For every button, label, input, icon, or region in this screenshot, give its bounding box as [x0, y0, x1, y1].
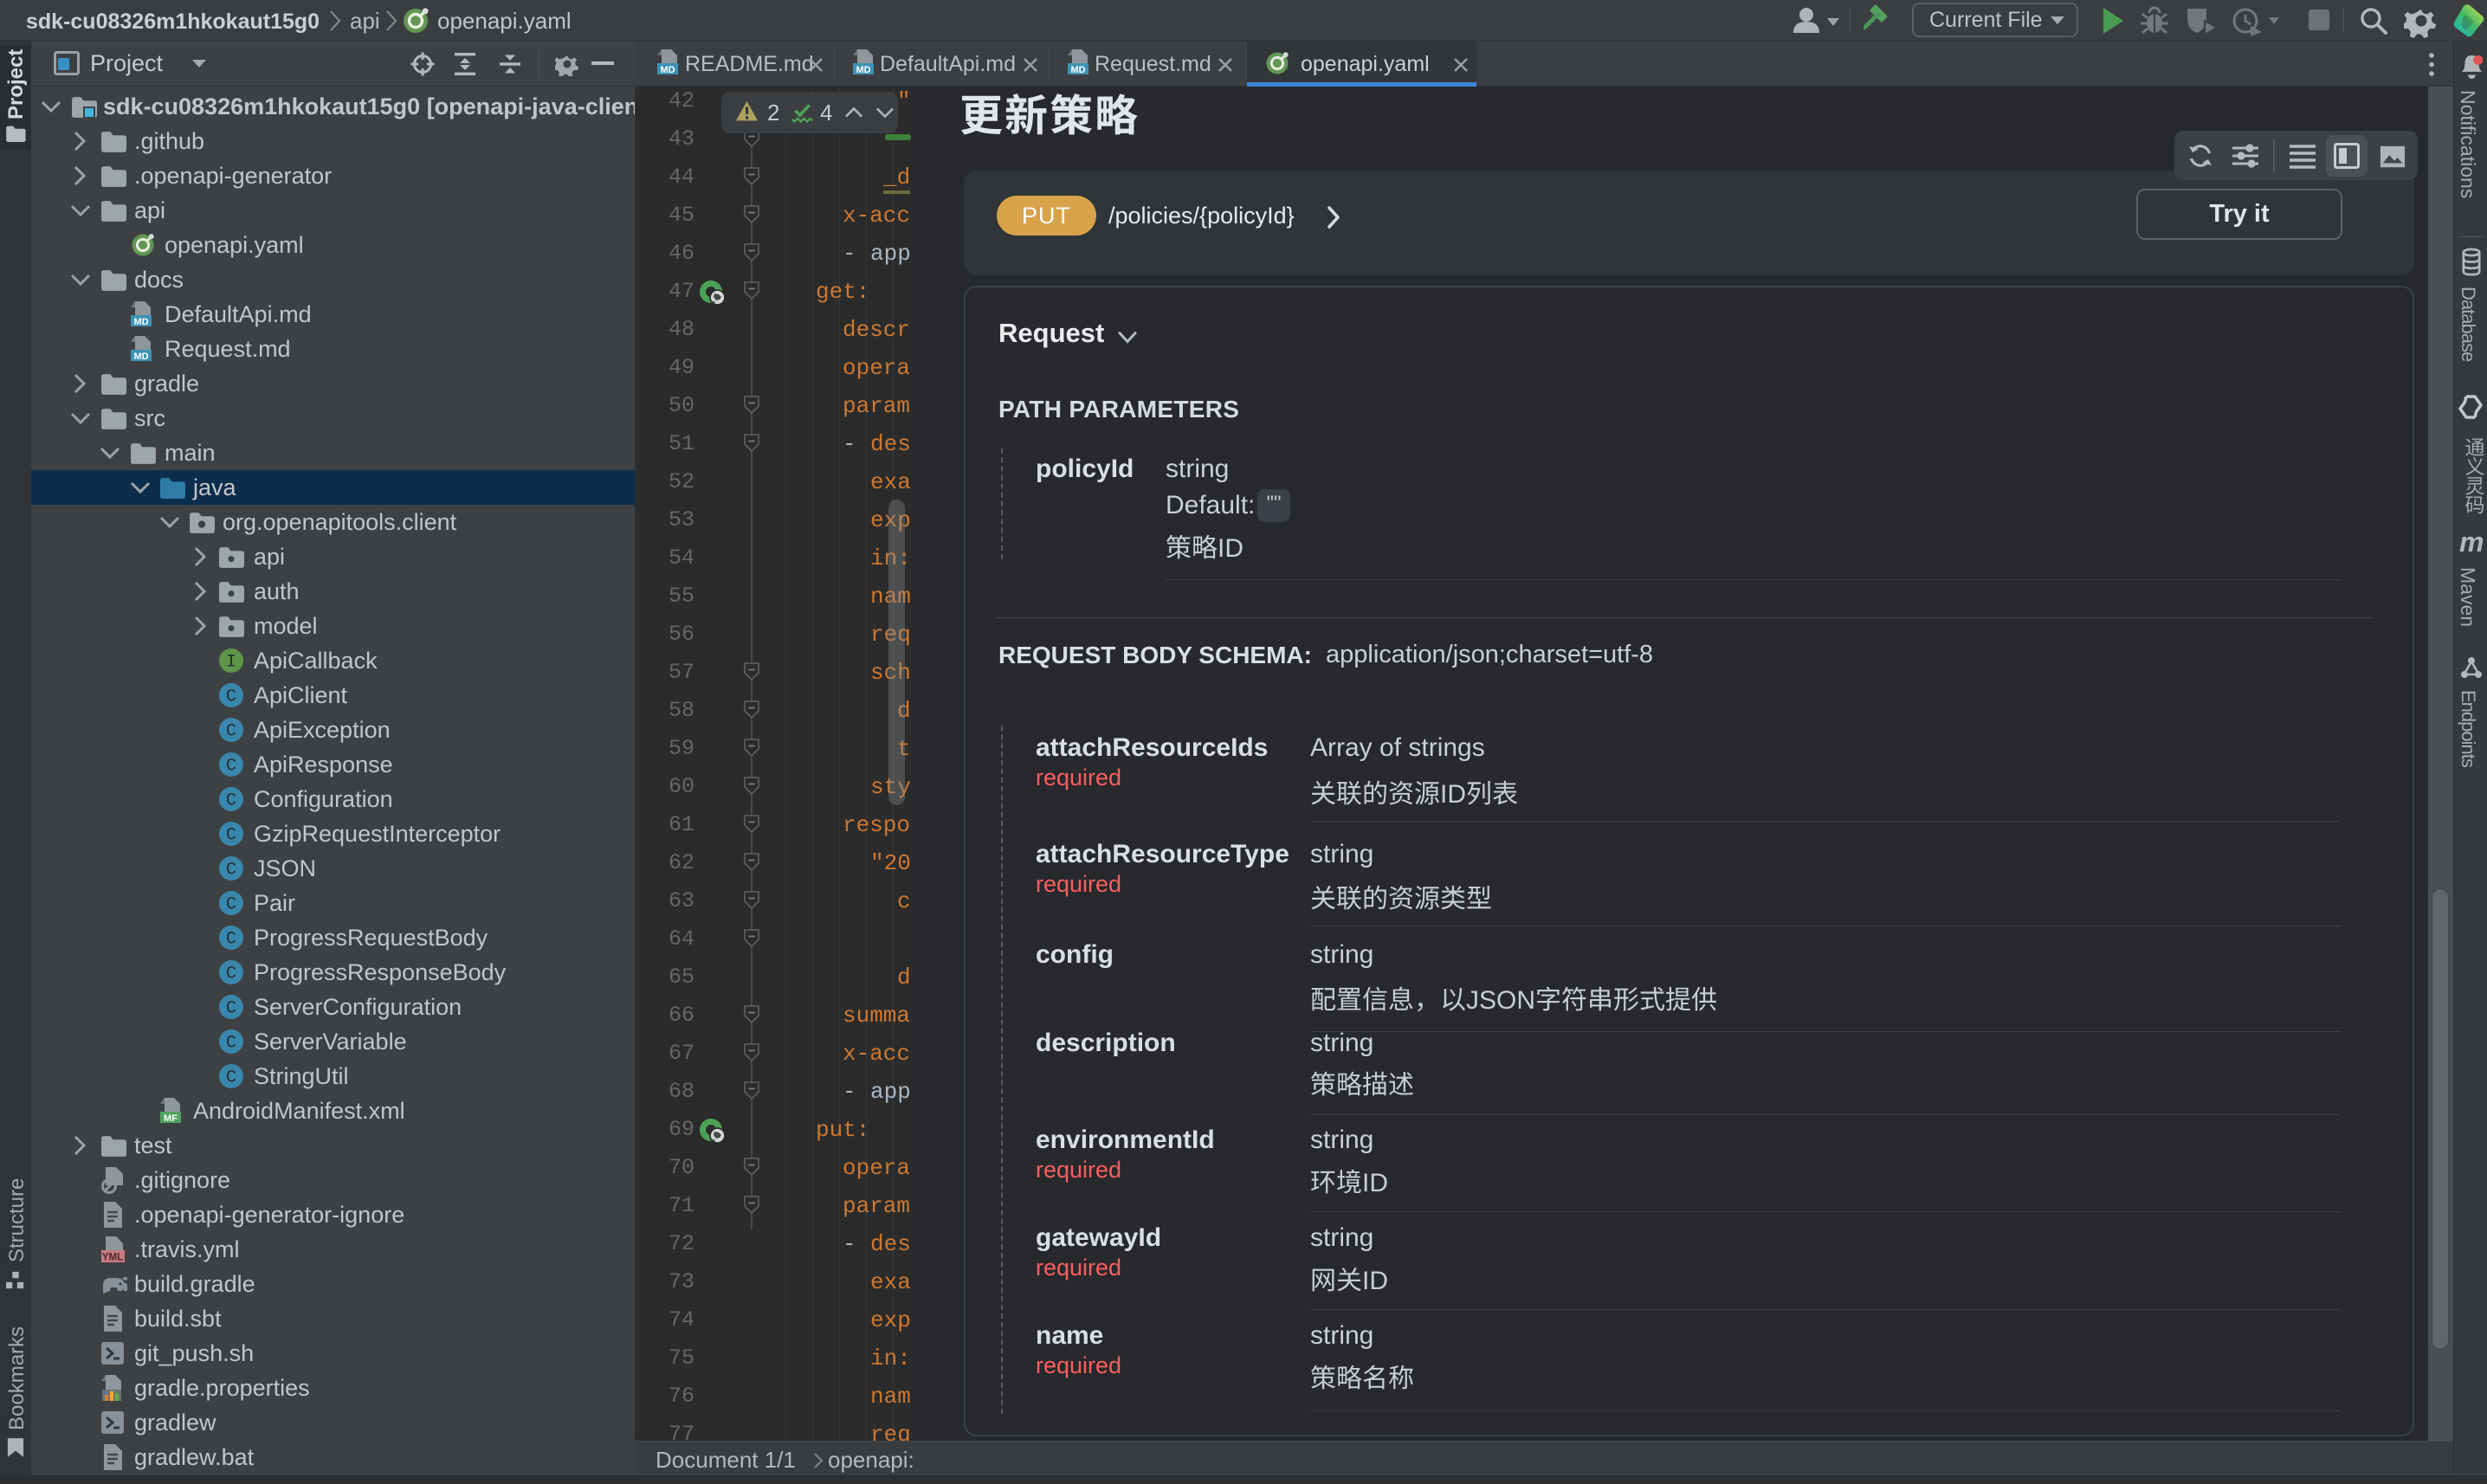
svg-text:C: C	[226, 1068, 236, 1088]
svg-text:C: C	[226, 722, 236, 742]
svg-text:C: C	[226, 791, 236, 811]
svg-text:C: C	[226, 861, 236, 881]
svg-text:C: C	[226, 757, 236, 777]
svg-text:C: C	[226, 895, 236, 915]
svg-text:MD: MD	[1070, 65, 1085, 75]
svg-text:C: C	[226, 999, 236, 1019]
svg-text:YML: YML	[102, 1253, 123, 1263]
svg-text:C: C	[226, 930, 236, 950]
svg-text:I: I	[226, 653, 236, 673]
svg-text:MF: MF	[164, 1113, 178, 1124]
svg-text:C: C	[226, 965, 236, 984]
svg-text:MD: MD	[856, 65, 870, 75]
svg-text:C: C	[226, 687, 236, 707]
svg-text:MD: MD	[133, 352, 148, 362]
svg-text:C: C	[226, 826, 236, 846]
svg-text:MD: MD	[660, 65, 675, 75]
svg-text:C: C	[226, 1034, 236, 1054]
svg-text:MD: MD	[133, 317, 148, 327]
